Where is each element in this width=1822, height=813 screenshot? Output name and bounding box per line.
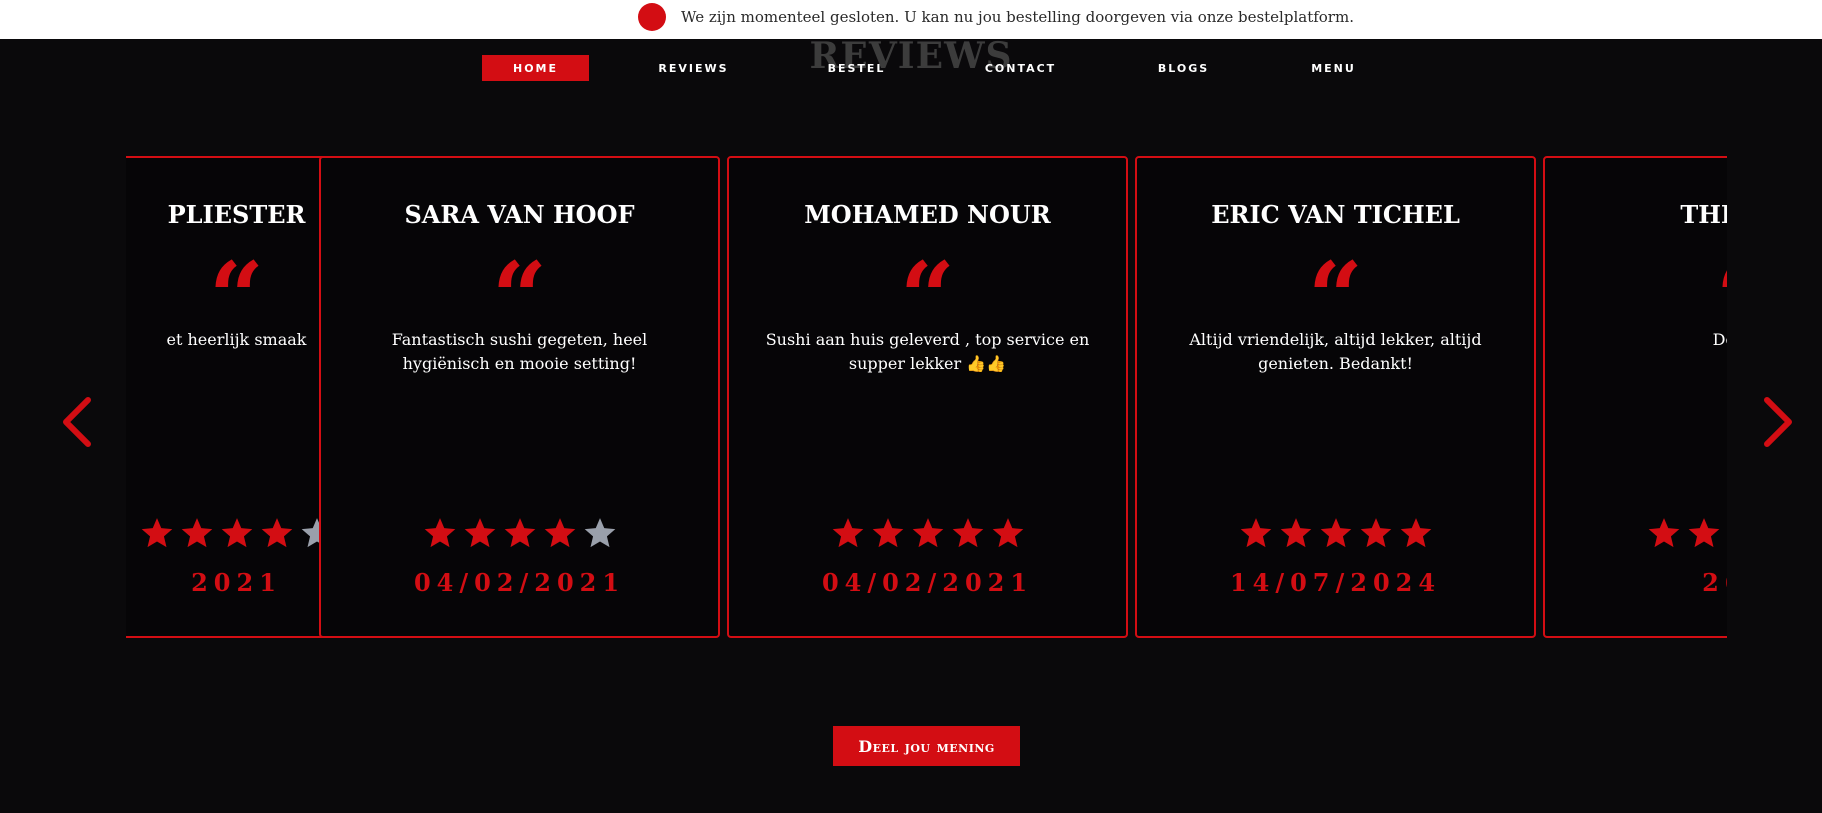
review-date: 14/07/2024	[1229, 568, 1442, 597]
nav-reviews[interactable]: REVIEWS	[640, 55, 747, 81]
status-dot-icon	[638, 3, 666, 31]
star-filled-icon	[912, 518, 943, 548]
nav-home[interactable]: HOME	[482, 55, 589, 81]
review-date: 26/0	[1702, 568, 1727, 597]
star-filled-icon	[424, 518, 455, 548]
review-date: 04/02/2021	[413, 568, 626, 597]
rating-stars	[321, 516, 718, 550]
star-filled-icon	[872, 518, 903, 548]
star-filled-icon	[221, 518, 252, 548]
share-opinion-button[interactable]: Deel jou mening	[833, 726, 1020, 766]
star-empty-icon	[584, 518, 615, 548]
reviews-carousel: PLIESTER “ et heerlijk smaak 2021 SARA V…	[126, 156, 1727, 638]
star-filled-icon	[1400, 518, 1431, 548]
reviewer-name: SARA VAN HOOF	[404, 200, 635, 229]
review-card: SARA VAN HOOF “ Fantastisch sushi gegete…	[319, 156, 720, 638]
carousel-next-button[interactable]	[1757, 394, 1797, 450]
star-filled-icon	[992, 518, 1023, 548]
star-filled-icon	[1240, 518, 1271, 548]
star-filled-icon	[832, 518, 863, 548]
review-text: Fantastisch sushi gegeten, heel hygiënis…	[391, 330, 648, 373]
star-filled-icon	[1648, 518, 1679, 548]
nav-blogs[interactable]: BLOGS	[1130, 55, 1237, 81]
review-text: Sushi aan huis geleverd , top service en…	[765, 330, 1090, 373]
carousel-prev-button[interactable]	[58, 394, 98, 450]
notice-text: We zijn momenteel gesloten. U kan nu jou…	[681, 8, 1354, 26]
star-filled-icon	[1727, 516, 1728, 550]
star-filled-icon	[464, 518, 495, 548]
rating-stars	[1545, 516, 1727, 550]
notice-bar: We zijn momenteel gesloten. U kan nu jou…	[0, 0, 1822, 39]
star-filled-icon	[1688, 518, 1719, 548]
reviewer-name: MOHAMED NOUR	[804, 200, 1051, 229]
star-filled-icon	[1360, 518, 1391, 548]
star-filled-icon	[1280, 518, 1311, 548]
review-card: THIERRY “ De BES 26/0	[1543, 156, 1727, 638]
rating-stars	[729, 516, 1126, 550]
review-text: De BES	[1712, 330, 1727, 349]
reviewer-name: THIERRY	[1680, 200, 1727, 229]
main-nav: HOME REVIEWS BESTEL CONTACT BLOGS MENU	[0, 55, 1822, 81]
reviewer-name: ERIC VAN TICHEL	[1211, 200, 1460, 229]
rating-stars	[1137, 516, 1534, 550]
star-filled-icon	[1320, 518, 1351, 548]
star-filled-icon	[261, 518, 292, 548]
star-filled-icon	[544, 518, 575, 548]
nav-menu[interactable]: MENU	[1280, 55, 1387, 81]
nav-bestel[interactable]: BESTEL	[803, 55, 910, 81]
star-filled-icon	[504, 518, 535, 548]
star-filled-icon	[181, 518, 212, 548]
chevron-left-icon	[63, 397, 91, 447]
review-card: ERIC VAN TICHEL “ Altijd vriendelijk, al…	[1135, 156, 1536, 638]
star-filled-icon	[952, 518, 983, 548]
review-date: 04/02/2021	[821, 568, 1034, 597]
review-text: Altijd vriendelijk, altijd lekker, altij…	[1189, 330, 1482, 373]
review-card: MOHAMED NOUR “ Sushi aan huis geleverd ,…	[727, 156, 1128, 638]
chevron-right-icon	[1764, 397, 1792, 447]
nav-contact[interactable]: CONTACT	[967, 55, 1074, 81]
star-filled-icon	[141, 518, 172, 548]
